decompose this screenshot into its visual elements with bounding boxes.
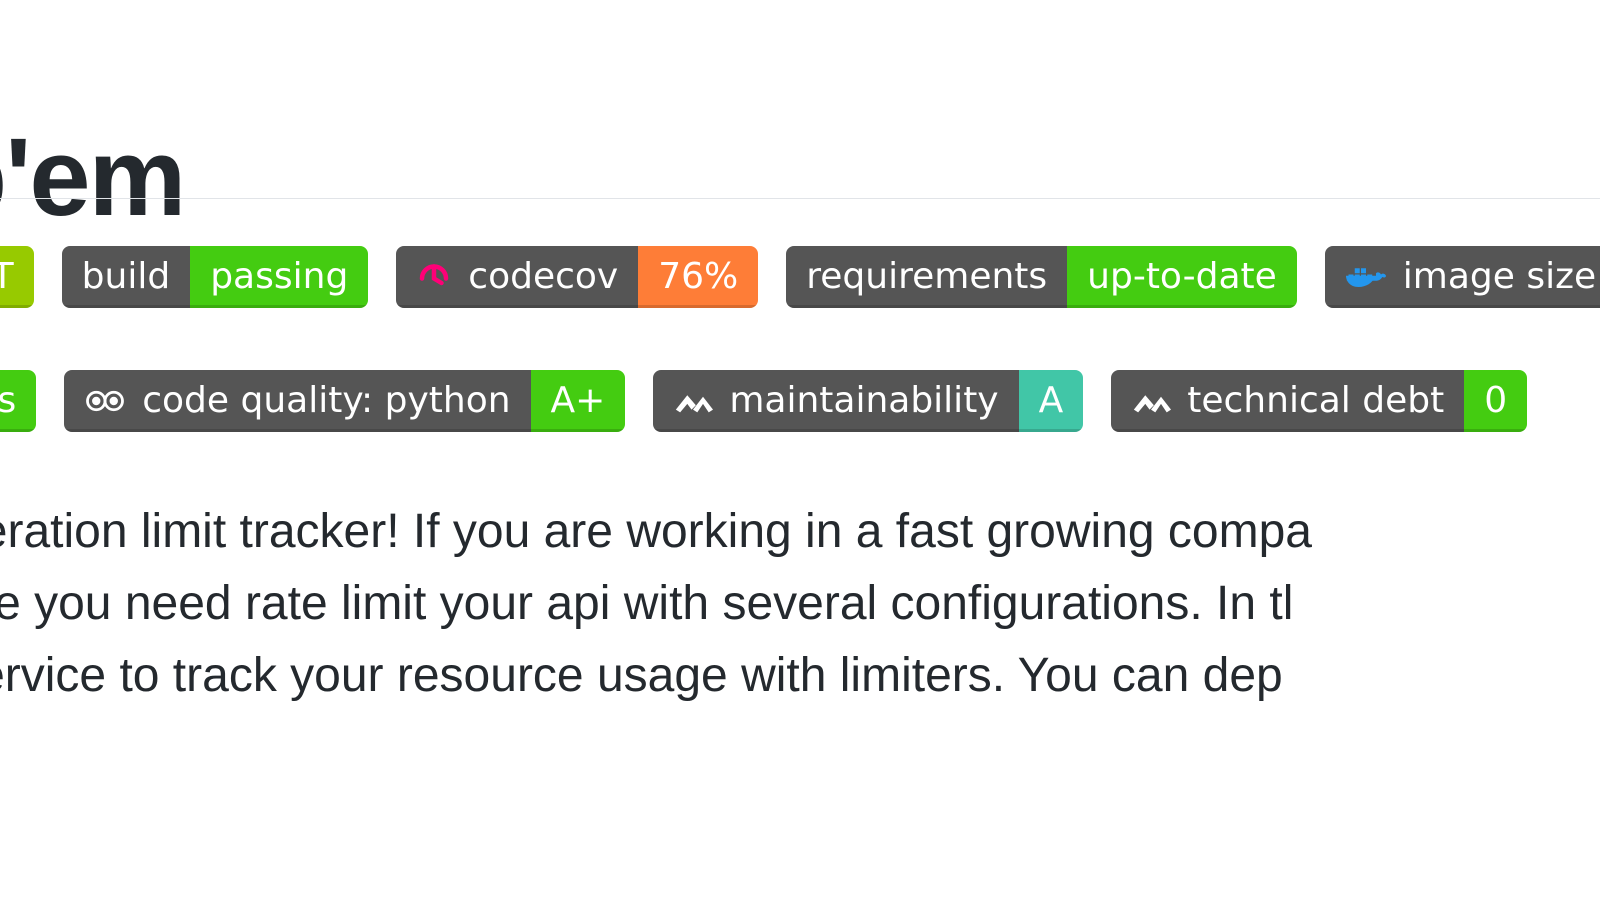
description-line: as a service to track your resource usag… (0, 640, 1600, 712)
page-title: p'em (0, 114, 184, 241)
badge-requirements[interactable]: requirements up-to-date (786, 246, 1297, 308)
badge-value: up-to-date (1067, 246, 1297, 308)
lgtm-icon (84, 387, 126, 415)
badge-value: A+ (531, 370, 626, 432)
badge-label-text: code quality: python (142, 370, 510, 432)
badge-label-text: requirements (806, 246, 1047, 308)
badge-label: maintainability (653, 370, 1018, 432)
badge-label: image size (1325, 246, 1600, 308)
badge-value: passing (190, 246, 368, 308)
badge-license[interactable]: MIT (0, 246, 34, 308)
badge-lgtm[interactable]: 0 alerts (0, 370, 36, 432)
badge-value: MIT (0, 246, 34, 308)
badge-label: codecov (396, 246, 638, 308)
badge-build[interactable]: build passing (62, 246, 369, 308)
description-line: xt generation limit tracker! If you are … (0, 496, 1600, 568)
badge-label-text: codecov (468, 246, 618, 308)
badge-label: build (62, 246, 191, 308)
codecov-icon (416, 259, 452, 295)
badge-value: 76% (638, 246, 758, 308)
readme-description: xt generation limit tracker! If you are … (0, 496, 1600, 712)
badge-label: code quality: python (64, 370, 530, 432)
badge-label-text: image size (1403, 246, 1596, 308)
badge-label-text: maintainability (729, 370, 998, 432)
badge-label-text: technical debt (1187, 370, 1444, 432)
badge-label: technical debt (1111, 370, 1464, 432)
badge-row-2: 0 alerts code quality: python A+ maintainab… (0, 370, 1467, 432)
badge-technical-debt[interactable]: technical debt 0 (1111, 370, 1527, 432)
badge-row-1: MIT build passing codecov 76% requirements up-… (0, 246, 1600, 308)
badge-code-quality-python[interactable]: code quality: python A+ (64, 370, 625, 432)
badge-maintainability[interactable]: maintainability A (653, 370, 1083, 432)
description-line: n where you need rate limit your api wit… (0, 568, 1600, 640)
badge-codecov[interactable]: codecov 76% (396, 246, 758, 308)
heading-divider (0, 198, 1600, 199)
badge-value: A (1019, 370, 1084, 432)
codeclimate-icon (673, 388, 713, 414)
badge-value: 0 (1464, 370, 1527, 432)
badge-label: requirements (786, 246, 1067, 308)
badge-image-size[interactable]: image size7 (1325, 246, 1600, 308)
docker-icon (1345, 262, 1387, 292)
badge-label-text: build (82, 246, 171, 308)
codeclimate-icon (1131, 388, 1171, 414)
badge-value: 0 alerts (0, 370, 36, 432)
